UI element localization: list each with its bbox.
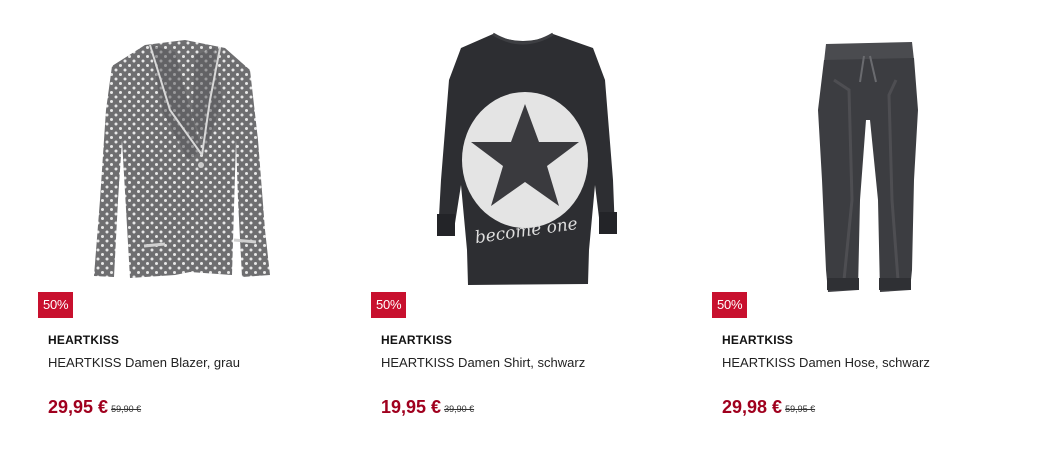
price-row: 29,95 €59,90 € xyxy=(48,397,141,418)
product-image-blazer[interactable] xyxy=(10,0,330,300)
product-name[interactable]: HEARTKISS Damen Shirt, schwarz xyxy=(381,355,585,370)
sale-price: 29,95 € xyxy=(48,397,109,417)
sale-price: 19,95 € xyxy=(381,397,442,417)
discount-badge: 50% xyxy=(371,292,407,318)
sale-price: 29,98 € xyxy=(722,397,783,417)
discount-badge: 50% xyxy=(712,292,748,318)
discount-badge: 50% xyxy=(38,292,74,318)
product-card-pants[interactable]: 50% HEARTKISS HEARTKISS Damen Hose, schw… xyxy=(684,0,1004,451)
old-price: 39,90 € xyxy=(444,404,475,414)
product-card-blazer[interactable]: 50% HEARTKISS HEARTKISS Damen Blazer, gr… xyxy=(10,0,330,451)
product-name[interactable]: HEARTKISS Damen Hose, schwarz xyxy=(722,355,930,370)
product-image-shirt[interactable]: become one xyxy=(343,0,663,300)
blazer-illustration xyxy=(94,40,270,278)
product-brand: HEARTKISS xyxy=(48,333,120,347)
product-brand: HEARTKISS xyxy=(722,333,794,347)
old-price: 59,90 € xyxy=(111,404,142,414)
shirt-illustration: become one xyxy=(437,32,617,285)
product-name[interactable]: HEARTKISS Damen Blazer, grau xyxy=(48,355,240,370)
product-brand: HEARTKISS xyxy=(381,333,453,347)
price-row: 29,98 €59,95 € xyxy=(722,397,815,418)
product-card-shirt[interactable]: become one 50% HEARTKISS HEARTKISS Damen… xyxy=(343,0,663,451)
old-price: 59,95 € xyxy=(785,404,816,414)
price-row: 19,95 €39,90 € xyxy=(381,397,474,418)
pants-illustration xyxy=(818,42,918,292)
product-image-pants[interactable] xyxy=(684,0,1004,300)
